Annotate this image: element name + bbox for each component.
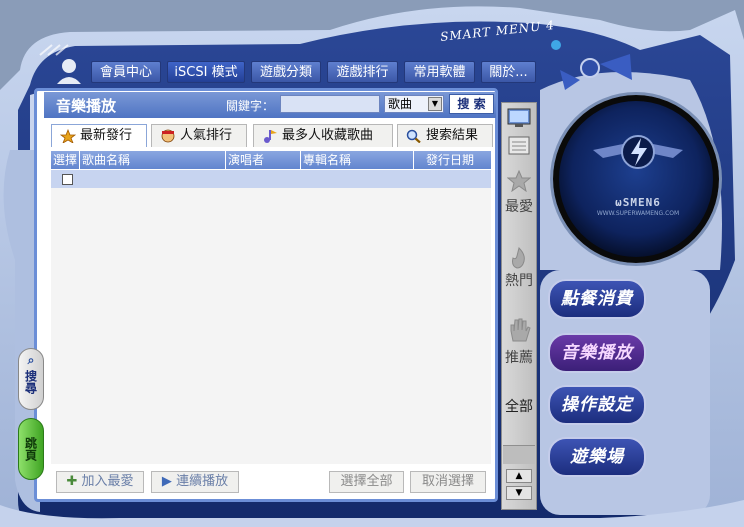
left-tab-jump[interactable]: 跳頁 xyxy=(18,418,44,480)
continuous-play-label: 連續播放 xyxy=(176,474,229,489)
menu-order-consumption[interactable]: 點餐消費 xyxy=(548,279,646,319)
keyword-label: 關鍵字： xyxy=(226,99,275,113)
hand-icon xyxy=(507,317,531,343)
tab-label: 最新發行 xyxy=(80,128,133,143)
table-row[interactable] xyxy=(51,170,491,188)
table-body xyxy=(51,188,491,464)
tab-label: 最多人收藏歌曲 xyxy=(282,128,374,143)
sidebar-item-favorite[interactable]: 最愛 xyxy=(503,198,535,216)
column-header-release-date[interactable]: 發行日期 xyxy=(414,151,491,169)
logo-subtext: WWW.SUPERWAMENG.COM xyxy=(596,210,680,217)
add-favorite-button[interactable]: ✚ 加入最愛 xyxy=(56,471,144,493)
type-select-value: 歌曲 xyxy=(388,97,413,111)
menu-music-play[interactable]: 音樂播放 xyxy=(548,333,646,373)
sidebar-spacer xyxy=(503,445,535,464)
star-gift-icon xyxy=(59,128,77,144)
menu-operation-settings[interactable]: 操作設定 xyxy=(548,385,646,425)
add-favorite-label: 加入最愛 xyxy=(81,474,134,489)
type-select[interactable]: 歌曲 ▼ xyxy=(384,95,444,113)
page-title: 音樂播放 xyxy=(56,97,117,115)
sidebar-item-all[interactable]: 全部 xyxy=(503,398,535,416)
add-favorite-icon: ✚ xyxy=(66,474,78,489)
column-header-singer[interactable]: 演唱者 xyxy=(226,151,301,169)
chevron-down-icon[interactable]: ▼ xyxy=(428,97,442,111)
face-icon xyxy=(160,129,176,143)
list-icon[interactable] xyxy=(505,135,533,157)
select-all-button[interactable]: 選擇全部 xyxy=(329,471,404,493)
magnifier-icon: ⌕ xyxy=(27,353,35,367)
tab-latest-release[interactable]: 最新發行 xyxy=(51,124,147,147)
play-icon: ▶ xyxy=(161,474,172,489)
magnifier-icon xyxy=(406,129,422,143)
left-tab-jump-label: 跳頁 xyxy=(23,437,38,461)
cancel-select-button[interactable]: 取消選擇 xyxy=(410,471,486,493)
continuous-play-button[interactable]: ▶ 連續播放 xyxy=(151,471,239,493)
logo-text: ωSMEN6 xyxy=(615,196,661,209)
left-tab-search[interactable]: ⌕ 搜尋 xyxy=(18,348,44,410)
column-header-select[interactable]: 選擇 xyxy=(51,151,80,169)
scroll-up-icon[interactable]: ▲ xyxy=(506,469,532,483)
column-header-song-name[interactable]: 歌曲名稱 xyxy=(80,151,226,169)
star-icon xyxy=(506,169,532,193)
column-header-album[interactable]: 專輯名稱 xyxy=(301,151,414,169)
tab-search-results[interactable]: 搜索結果 xyxy=(397,124,493,147)
tab-popularity[interactable]: 人氣排行 xyxy=(151,124,247,147)
sidebar-item-recommend[interactable]: 推薦 xyxy=(503,349,535,367)
search-button[interactable]: 搜 索 xyxy=(449,94,494,114)
keyword-input[interactable] xyxy=(280,95,380,113)
scroll-down-icon[interactable]: ▼ xyxy=(506,486,532,500)
flame-icon xyxy=(507,246,531,270)
left-tab-search-label: 搜尋 xyxy=(23,370,38,394)
nav-game-category[interactable]: 遊戲分類 xyxy=(251,61,321,83)
nav-about[interactable]: 關於... xyxy=(481,61,536,83)
tab-most-collected[interactable]: 最多人收藏歌曲 xyxy=(253,124,393,147)
row-checkbox[interactable] xyxy=(62,174,73,185)
nav-common-software[interactable]: 常用軟體 xyxy=(404,61,475,83)
music-note-icon xyxy=(262,129,278,143)
nav-game-ranking[interactable]: 遊戲排行 xyxy=(327,61,398,83)
sidebar-item-hot[interactable]: 熱門 xyxy=(503,272,535,290)
tab-label: 搜索結果 xyxy=(426,128,479,143)
nav-member-center[interactable]: 會員中心 xyxy=(91,61,161,83)
tab-label: 人氣排行 xyxy=(180,128,233,143)
nav-iscsi-mode[interactable]: iSCSI 模式 xyxy=(167,61,245,83)
lightning-wing-icon xyxy=(593,130,683,180)
monitor-icon[interactable] xyxy=(505,107,533,129)
menu-playground[interactable]: 遊樂場 xyxy=(548,437,646,477)
